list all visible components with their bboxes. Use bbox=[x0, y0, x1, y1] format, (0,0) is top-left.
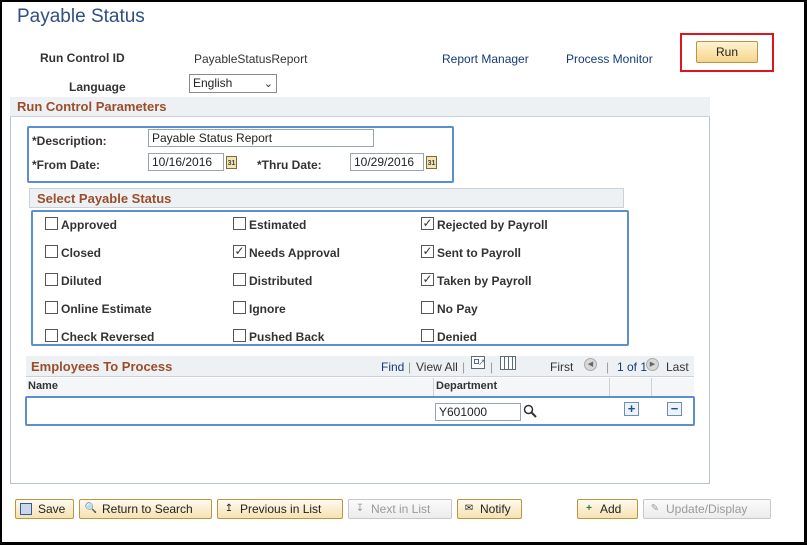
description-label: *Description: bbox=[32, 134, 107, 148]
run-control-parameters-title: Run Control Parameters bbox=[17, 99, 167, 114]
status-checkbox-label: Check Reversed bbox=[61, 330, 155, 344]
status-checkbox[interactable] bbox=[45, 329, 58, 342]
description-field[interactable]: Payable Status Report bbox=[148, 129, 374, 147]
status-checkbox-label: Taken by Payroll bbox=[437, 274, 532, 288]
column-header-department: Department bbox=[434, 378, 610, 397]
download-grid-icon[interactable] bbox=[500, 356, 516, 370]
previous-row-icon[interactable]: ◀ bbox=[584, 358, 597, 371]
previous-in-list-label: Previous in List bbox=[240, 502, 322, 516]
save-button-label: Save bbox=[38, 502, 66, 516]
language-value: English bbox=[193, 76, 233, 90]
update-display-label: Update/Display bbox=[666, 502, 748, 516]
run-button[interactable]: Run bbox=[696, 41, 758, 63]
delete-row-button[interactable]: − bbox=[667, 402, 682, 416]
calendar-icon[interactable]: 31 bbox=[226, 156, 237, 169]
status-checkbox-label: Diluted bbox=[61, 274, 102, 288]
separator: | bbox=[462, 360, 466, 374]
notify-label: Notify bbox=[480, 502, 511, 516]
report-manager-link[interactable]: Report Manager bbox=[442, 52, 529, 66]
search-icon[interactable] bbox=[523, 404, 537, 418]
employees-title: Employees To Process bbox=[31, 359, 173, 374]
status-checkbox-label: Distributed bbox=[249, 274, 313, 288]
status-checkbox[interactable]: ✓ bbox=[421, 217, 434, 230]
language-select[interactable]: English ⌄ bbox=[189, 74, 277, 93]
payable-status-title: Select Payable Status bbox=[37, 191, 172, 206]
language-label: Language bbox=[69, 80, 126, 94]
previous-in-list-button[interactable]: ↥ Previous in List bbox=[217, 499, 343, 519]
zoom-icon[interactable]: ↗ bbox=[471, 356, 486, 369]
status-checkbox[interactable] bbox=[233, 301, 246, 314]
status-checkbox-label: Sent to Payroll bbox=[437, 246, 522, 260]
from-date-field[interactable]: 10/16/2016 bbox=[148, 153, 224, 171]
status-checkbox-label: Denied bbox=[437, 330, 478, 344]
status-checkbox[interactable]: ✓ bbox=[421, 245, 434, 258]
update-display-button[interactable]: ✎ Update/Display bbox=[643, 499, 771, 519]
separator: | bbox=[408, 360, 412, 374]
next-in-list-button[interactable]: ↧ Next in List bbox=[348, 499, 452, 519]
status-checkbox[interactable] bbox=[45, 217, 58, 230]
page-title: Payable Status bbox=[17, 6, 145, 27]
from-date-label: *From Date: bbox=[32, 158, 101, 172]
status-checkbox-label: Closed bbox=[61, 246, 102, 260]
return-to-search-button[interactable]: 🔍 Return to Search bbox=[79, 499, 212, 519]
department-field[interactable]: Y601000 bbox=[435, 403, 521, 421]
run-control-value: PayableStatusReport bbox=[194, 52, 308, 66]
view-all-link[interactable]: View All bbox=[416, 360, 458, 374]
pager-text: 1 of 1 bbox=[617, 360, 648, 374]
search-icon: 🔍 bbox=[84, 503, 98, 514]
notify-button[interactable]: ✉ Notify bbox=[457, 499, 522, 519]
status-checkbox[interactable] bbox=[45, 273, 58, 286]
save-icon bbox=[20, 503, 32, 515]
status-checkbox[interactable] bbox=[45, 245, 58, 258]
save-button[interactable]: Save bbox=[15, 499, 74, 519]
next-in-list-label: Next in List bbox=[371, 502, 431, 516]
status-checkbox[interactable] bbox=[45, 301, 58, 314]
thru-date-label: *Thru Date: bbox=[257, 158, 322, 172]
chevron-down-icon: ⌄ bbox=[263, 78, 273, 90]
calendar-icon[interactable]: 31 bbox=[426, 156, 437, 169]
column-header-add bbox=[610, 378, 652, 397]
status-checkbox[interactable]: ✓ bbox=[421, 273, 434, 286]
employees-row-highlight-box bbox=[25, 396, 695, 426]
status-checkbox-label: Online Estimate bbox=[61, 302, 152, 316]
separator: | bbox=[606, 360, 610, 374]
previous-arrow-icon: ↥ bbox=[224, 503, 234, 514]
find-link[interactable]: Find bbox=[381, 360, 404, 374]
status-checkbox-label: Pushed Back bbox=[249, 330, 325, 344]
next-row-icon[interactable]: ▶ bbox=[646, 358, 659, 371]
thru-date-field[interactable]: 10/29/2016 bbox=[350, 153, 424, 171]
column-header-delete bbox=[652, 378, 694, 397]
status-checkbox[interactable] bbox=[233, 217, 246, 230]
status-checkbox[interactable] bbox=[233, 273, 246, 286]
add-button[interactable]: + Add bbox=[577, 499, 638, 519]
return-to-search-label: Return to Search bbox=[102, 502, 193, 516]
first-label: First bbox=[550, 360, 574, 374]
status-checkbox[interactable] bbox=[421, 301, 434, 314]
column-header-name: Name bbox=[26, 378, 434, 397]
add-label: Add bbox=[600, 502, 622, 516]
last-label: Last bbox=[666, 360, 689, 374]
update-display-icon: ✎ bbox=[650, 503, 660, 514]
process-monitor-link[interactable]: Process Monitor bbox=[566, 52, 653, 66]
next-arrow-icon: ↧ bbox=[355, 503, 365, 514]
status-checkbox-label: No Pay bbox=[437, 302, 478, 316]
status-checkbox-label: Ignore bbox=[249, 302, 286, 316]
status-checkbox-label: Needs Approval bbox=[249, 246, 340, 260]
status-checkbox[interactable]: ✓ bbox=[233, 245, 246, 258]
status-checkbox-label: Estimated bbox=[249, 218, 307, 232]
status-checkbox[interactable] bbox=[233, 329, 246, 342]
status-checkbox-label: Rejected by Payroll bbox=[437, 218, 548, 232]
run-control-label: Run Control ID bbox=[40, 51, 125, 65]
add-row-button[interactable]: + bbox=[624, 402, 639, 416]
status-checkbox-label: Approved bbox=[61, 218, 118, 232]
separator: | bbox=[490, 360, 494, 374]
add-document-icon: + bbox=[586, 503, 592, 514]
envelope-icon: ✉ bbox=[464, 503, 474, 514]
status-checkbox[interactable] bbox=[421, 329, 434, 342]
